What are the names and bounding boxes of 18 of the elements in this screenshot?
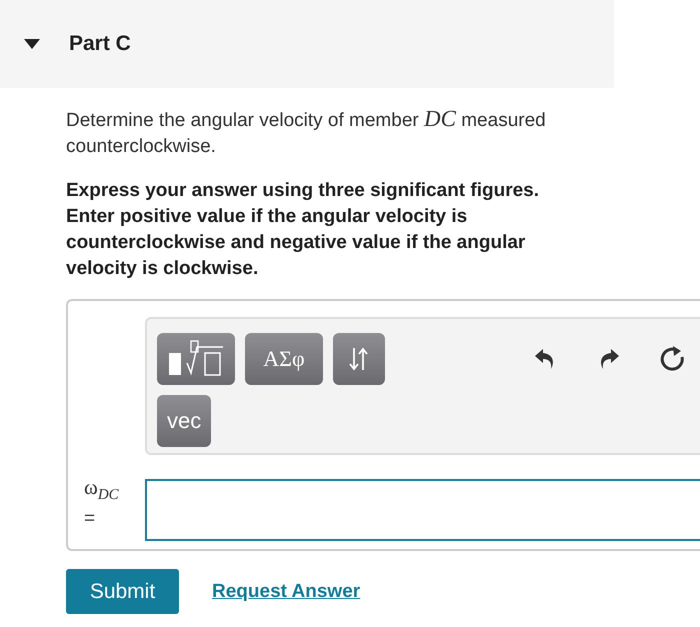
instructions-text: Express your answer using three significant figures. Enter positive value if the angular velocity is counterclockwise and negative value if the angular velocity is clockwise. [66, 179, 540, 281]
template-button[interactable] [157, 333, 235, 385]
variable-label: ω$_{DC}$ [84, 475, 120, 504]
undo-icon [534, 347, 556, 371]
reset-button[interactable] [660, 345, 686, 373]
question-text: Determine the angular velocity of member DC measured counterclockwise. [66, 106, 547, 159]
answer-field[interactable] [145, 479, 700, 541]
vec-button[interactable]: vec [157, 395, 212, 447]
part-title: Part C [69, 32, 131, 56]
arrows-button[interactable] [333, 333, 385, 385]
submit-button[interactable]: Submit [66, 569, 179, 614]
greek-button[interactable]: ΑΣφ [245, 333, 323, 385]
redo-icon [598, 347, 620, 371]
caret-icon[interactable] [24, 39, 40, 49]
equals-sign: = [84, 508, 96, 530]
template-icon [167, 339, 225, 379]
reset-icon [660, 345, 686, 373]
request-answer-link[interactable]: Request Answer [212, 580, 360, 602]
